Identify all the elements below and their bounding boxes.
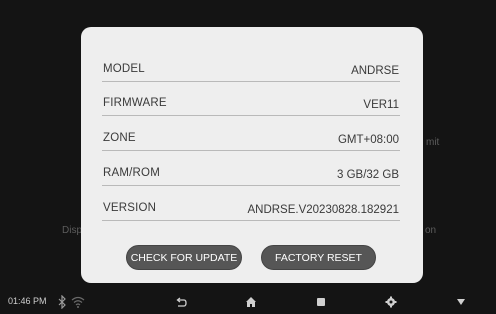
home-icon[interactable] [244,295,258,314]
info-row-model: MODEL ANDRSE [102,57,400,82]
settings-icon[interactable] [384,295,398,314]
background-text-left: Disp [62,225,83,236]
factory-reset-button[interactable]: FACTORY RESET [261,245,376,270]
info-row-firmware: FIRMWARE VER11 [102,91,400,116]
info-label: MODEL [103,63,145,75]
info-label: VERSION [103,202,157,214]
info-value: VER11 [363,99,399,111]
device-info-dialog: MODEL ANDRSE FIRMWARE VER11 ZONE GMT+08:… [81,27,423,283]
info-row-ram-rom: RAM/ROM 3 GB/32 GB [102,161,400,186]
info-value: ANDRSE [351,65,399,77]
info-row-zone: ZONE GMT+08:00 [102,126,400,151]
info-row-version: VERSION ANDRSE.V20230828.182921 [102,196,400,221]
back-icon[interactable] [174,295,188,314]
info-label: ZONE [103,132,136,144]
wifi-icon [71,295,85,314]
info-label: RAM/ROM [103,167,160,179]
hide-icon[interactable] [454,295,468,314]
info-label: FIRMWARE [103,97,167,109]
recents-icon[interactable] [314,295,328,314]
background-text-right-low: on [425,225,437,236]
system-bar: 01:46 PM [0,292,496,313]
check-for-update-button[interactable]: CHECK FOR UPDATE [126,245,242,270]
info-value: 3 GB/32 GB [336,169,399,181]
info-value: GMT+08:00 [337,134,399,146]
info-value: ANDRSE.V20230828.182921 [247,204,399,216]
background-text-right-mid: mit [426,137,440,148]
clock: 01:46 PM [8,296,47,306]
bluetooth-icon [57,294,67,314]
